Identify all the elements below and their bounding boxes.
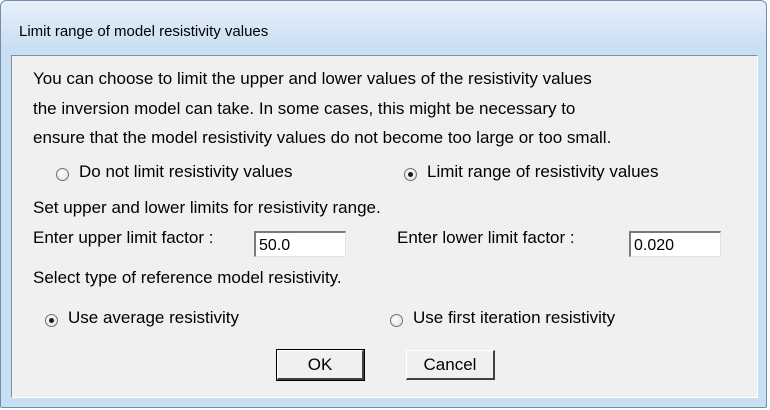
description-line-1: You can choose to limit the upper and lo… <box>33 69 592 88</box>
average-resistivity-label[interactable]: Use average resistivity <box>68 308 239 328</box>
radio-selected-dot <box>408 172 413 177</box>
reference-heading: Select type of reference model resistivi… <box>33 268 342 287</box>
first-iteration-label[interactable]: Use first iteration resistivity <box>413 308 615 328</box>
cancel-button[interactable]: Cancel <box>406 350 495 380</box>
limit-range-radio[interactable] <box>404 168 417 181</box>
dialog-window: Limit range of model resistivity values … <box>0 0 767 408</box>
ok-button[interactable]: OK <box>276 349 365 381</box>
upper-limit-input[interactable] <box>254 231 346 257</box>
window-title: Limit range of model resistivity values <box>19 23 269 40</box>
lower-limit-label: Enter lower limit factor : <box>397 228 575 247</box>
dialog-body: You can choose to limit the upper and lo… <box>11 55 758 398</box>
upper-limit-label: Enter upper limit factor : <box>33 228 214 247</box>
description-line-3: ensure that the model resistivity values… <box>33 128 612 147</box>
average-resistivity-radio[interactable] <box>45 314 58 327</box>
lower-limit-input[interactable] <box>629 231 721 257</box>
no-limit-label[interactable]: Do not limit resistivity values <box>79 162 293 182</box>
first-iteration-radio[interactable] <box>390 314 403 327</box>
no-limit-radio[interactable] <box>56 168 69 181</box>
description-line-2: the inversion model can take. In some ca… <box>33 99 576 118</box>
radio-selected-dot <box>49 318 54 323</box>
title-bar[interactable]: Limit range of model resistivity values <box>1 1 766 47</box>
limit-range-label[interactable]: Limit range of resistivity values <box>427 162 658 182</box>
limits-heading: Set upper and lower limits for resistivi… <box>33 198 381 217</box>
